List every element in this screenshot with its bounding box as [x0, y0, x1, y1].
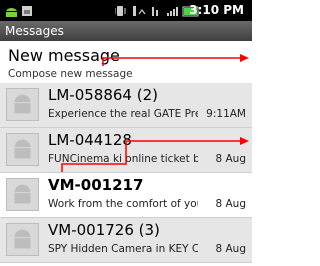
- annotation-arrow-icon: [102, 54, 249, 66]
- annotation-arrow-icon: [61, 137, 249, 172]
- annotation-overlay: [61, 54, 249, 172]
